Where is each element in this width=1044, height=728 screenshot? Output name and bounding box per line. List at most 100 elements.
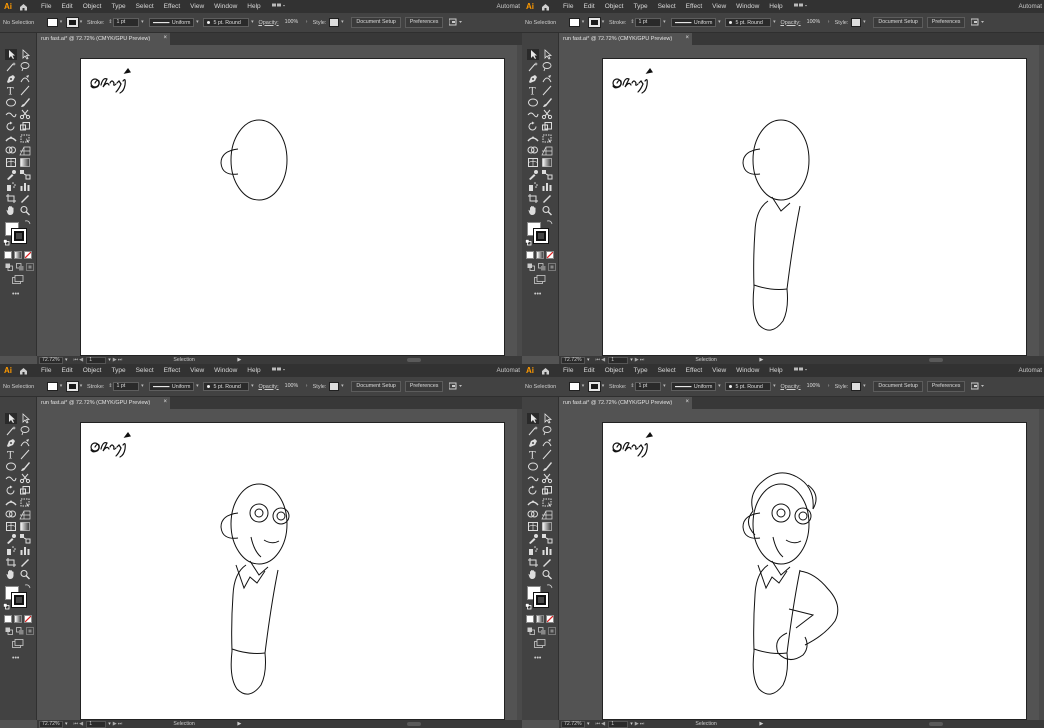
shaper-tool-icon[interactable] (527, 473, 539, 484)
swap-fill-stroke-icon[interactable] (24, 219, 31, 226)
ellipse-tool-icon[interactable] (527, 97, 539, 108)
artboard[interactable] (80, 58, 505, 356)
mesh-tool-icon[interactable] (527, 521, 539, 532)
lasso-tool-icon[interactable] (541, 61, 553, 72)
menu-object[interactable]: Object (78, 364, 107, 377)
hand-tool-icon[interactable] (5, 205, 17, 216)
draw-inside-icon[interactable] (26, 263, 34, 271)
blend-tool-icon[interactable] (19, 533, 31, 544)
screen-mode-icon[interactable] (12, 639, 24, 648)
magic-wand-tool-icon[interactable] (5, 61, 17, 72)
ellipse-tool-icon[interactable] (5, 461, 17, 472)
chevron-down-icon[interactable]: ▾ (861, 18, 867, 27)
screen-mode-icon[interactable] (534, 639, 546, 648)
chevron-down-icon[interactable]: ▾ (108, 721, 111, 727)
app-logo[interactable]: Ai (0, 364, 16, 377)
chevron-down-icon[interactable]: ▾ (716, 18, 722, 27)
menu-help[interactable]: Help (764, 364, 787, 377)
menu-effect[interactable]: Effect (159, 364, 186, 377)
chevron-down-icon[interactable]: ▾ (339, 18, 345, 27)
artboard-prev-icon[interactable]: ⏮◀ (596, 721, 607, 728)
menu-effect[interactable]: Effect (681, 0, 708, 13)
edit-toolbar-icon[interactable]: ••• (534, 655, 541, 662)
menu-edit[interactable]: Edit (578, 0, 599, 13)
menu-file[interactable]: File (36, 364, 56, 377)
stroke-weight-field[interactable]: 1 pt (113, 382, 140, 391)
close-icon[interactable]: × (685, 35, 689, 41)
menu-view[interactable]: View (707, 364, 731, 377)
home-icon[interactable] (538, 0, 552, 13)
stroke-color-box[interactable] (533, 228, 549, 244)
document-setup-button[interactable]: Document Setup (873, 381, 923, 392)
blend-tool-icon[interactable] (541, 169, 553, 180)
perspective-grid-tool-icon[interactable] (541, 145, 553, 156)
free-transform-tool-icon[interactable] (19, 497, 31, 508)
menu-edit[interactable]: Edit (56, 0, 77, 13)
swap-fill-stroke-icon[interactable] (546, 219, 553, 226)
chevron-down-icon[interactable]: ▾ (861, 382, 867, 391)
slice-tool-icon[interactable] (19, 557, 31, 568)
workspace-switcher-icon[interactable] (271, 367, 286, 374)
edit-toolbar-icon[interactable]: ••• (12, 655, 19, 662)
rotate-tool-icon[interactable] (5, 121, 17, 132)
scroll-thumb[interactable] (407, 358, 421, 362)
color-mode-icon[interactable] (526, 251, 534, 259)
artboard-next-icon[interactable]: ▶⏭ (635, 721, 646, 728)
chevron-down-icon[interactable]: ▾ (139, 382, 145, 391)
arrange-icon[interactable] (970, 18, 987, 28)
draw-normal-icon[interactable] (527, 627, 535, 635)
artboard-tool-icon[interactable] (527, 557, 539, 568)
menu-help[interactable]: Help (242, 364, 265, 377)
menu-select[interactable]: Select (131, 364, 159, 377)
line-tool-icon[interactable] (19, 449, 31, 460)
pen-tool-icon[interactable] (5, 437, 17, 448)
selection-tool-icon[interactable] (527, 49, 539, 60)
shaper-tool-icon[interactable] (5, 473, 17, 484)
screen-mode-icon[interactable] (12, 275, 24, 284)
preferences-button[interactable]: Preferences (926, 17, 966, 28)
artboard-number-field[interactable]: 1 (608, 356, 629, 364)
menu-type[interactable]: Type (106, 0, 130, 13)
menu-edit[interactable]: Edit (578, 364, 599, 377)
gradient-mode-icon[interactable] (14, 615, 22, 623)
hand-tool-icon[interactable] (527, 569, 539, 580)
slice-tool-icon[interactable] (19, 193, 31, 204)
horizontal-scrollbar[interactable] (297, 721, 509, 727)
artboard-prev-icon[interactable]: ⏮◀ (596, 357, 607, 364)
column-graph-tool-icon[interactable] (541, 181, 553, 192)
zoom-field[interactable]: 72.72% (561, 720, 585, 728)
vertical-scrollbar[interactable] (1039, 45, 1044, 356)
brush-select[interactable]: 5 pt. Round (203, 382, 250, 391)
color-mode-icon[interactable] (526, 615, 534, 623)
chevron-down-icon[interactable]: ▾ (139, 18, 145, 27)
type-tool-icon[interactable]: T (527, 449, 539, 462)
artboard[interactable] (602, 58, 1027, 356)
menu-object[interactable]: Object (600, 364, 629, 377)
rotate-tool-icon[interactable] (527, 485, 539, 496)
status-menu-icon[interactable]: ▶ (237, 721, 241, 727)
menu-select[interactable]: Select (131, 0, 159, 13)
stroke-profile-select[interactable]: Uniform (149, 382, 195, 391)
horizontal-scrollbar[interactable] (297, 357, 509, 363)
draw-normal-icon[interactable] (527, 263, 535, 271)
line-tool-icon[interactable] (19, 85, 31, 96)
canvas-area[interactable] (37, 45, 522, 356)
opacity-label[interactable]: Opacity: (777, 20, 803, 26)
symbol-sprayer-tool-icon[interactable] (527, 181, 539, 192)
artboard-tool-icon[interactable] (5, 557, 17, 568)
edit-toolbar-icon[interactable]: ••• (12, 291, 19, 298)
menu-view[interactable]: View (185, 364, 209, 377)
menu-file[interactable]: File (36, 0, 56, 13)
none-mode-icon[interactable] (546, 251, 554, 259)
paintbrush-tool-icon[interactable] (19, 97, 31, 108)
menu-object[interactable]: Object (78, 0, 107, 13)
stroke-color-box[interactable] (11, 228, 27, 244)
style-swatch[interactable] (851, 18, 862, 27)
gradient-mode-icon[interactable] (536, 615, 544, 623)
lasso-tool-icon[interactable] (19, 61, 31, 72)
shape-builder-tool-icon[interactable] (5, 145, 17, 156)
shape-builder-tool-icon[interactable] (527, 145, 539, 156)
none-mode-icon[interactable] (24, 251, 32, 259)
edit-toolbar-icon[interactable]: ••• (534, 291, 541, 298)
scissors-tool-icon[interactable] (541, 109, 553, 120)
